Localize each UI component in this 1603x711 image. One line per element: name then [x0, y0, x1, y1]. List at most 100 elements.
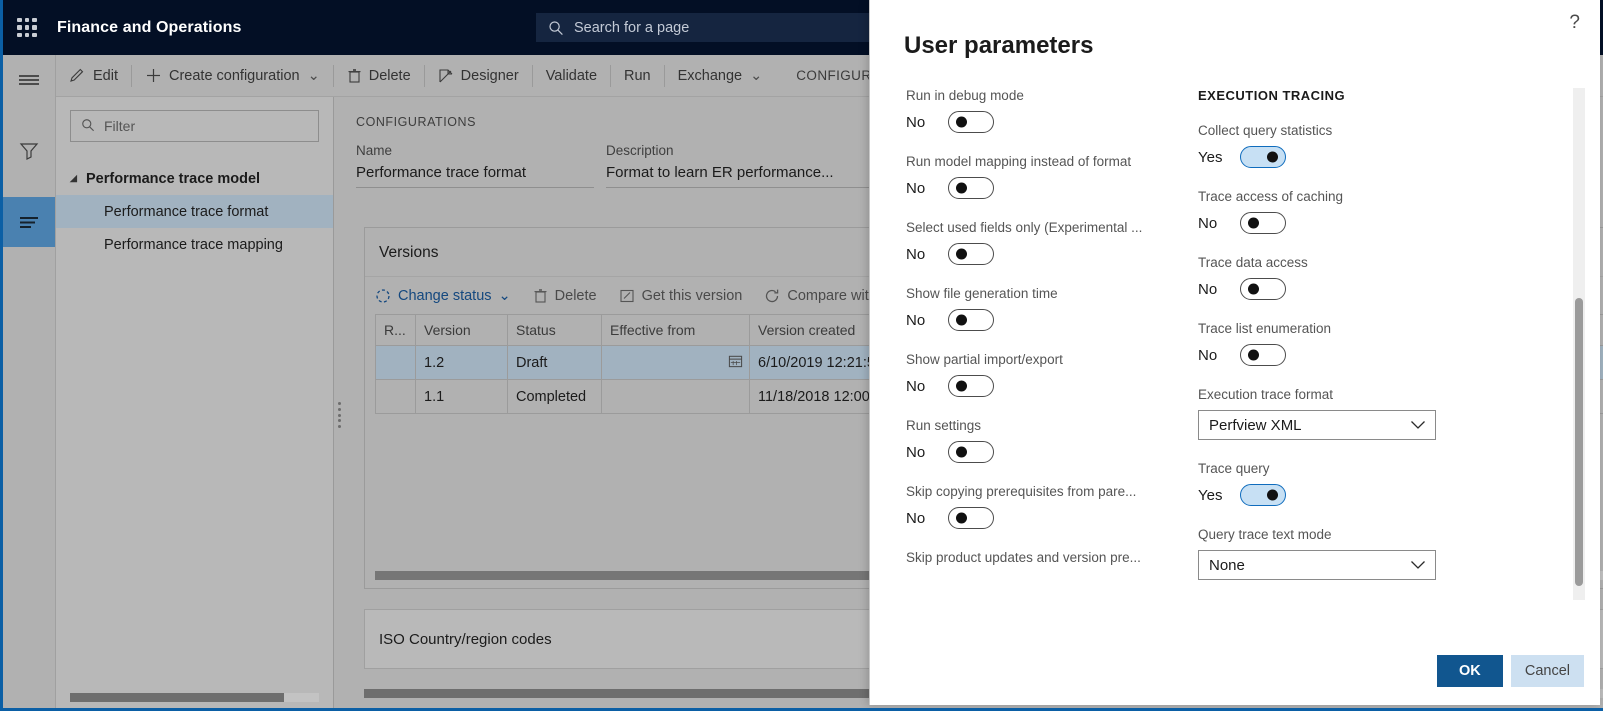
param-trace-access-of-caching: Trace access of caching No — [1198, 189, 1458, 234]
iso-card-title: ISO Country/region codes — [379, 630, 552, 648]
param-value: No — [906, 245, 926, 263]
cell-version[interactable]: 1.1 — [415, 379, 508, 414]
cell-effective-from[interactable] — [601, 379, 750, 414]
param-label: Run settings — [906, 418, 982, 433]
param-label: Trace data access — [1198, 255, 1308, 270]
param-trace-data-access: Trace data access No — [1198, 255, 1458, 300]
delete-button[interactable]: Delete — [334, 55, 424, 96]
cell-version[interactable]: 1.2 — [415, 345, 508, 380]
run-label: Run — [624, 67, 651, 84]
exchange-label: Exchange — [677, 67, 743, 84]
toggle-run-settings[interactable] — [948, 441, 994, 463]
param-run-settings: Run settings No — [906, 418, 1166, 463]
param-value: No — [1198, 214, 1218, 232]
designer-button[interactable]: Designer — [425, 55, 532, 96]
tree-node-label: Performance trace format — [104, 203, 269, 220]
name-field-value[interactable]: Performance trace format — [356, 158, 594, 188]
toggle-show-file-generation-time[interactable] — [948, 309, 994, 331]
pencil-icon — [69, 67, 86, 84]
param-label: Collect query statistics — [1198, 123, 1333, 138]
param-skip-copying-prerequisites: Skip copying prerequisites from pare... … — [906, 484, 1166, 529]
tree-node-performance-trace-format[interactable]: Performance trace format — [56, 195, 333, 228]
param-value: No — [906, 443, 926, 461]
chevron-down-icon — [1410, 417, 1426, 434]
toggle-show-partial-import-export[interactable] — [948, 375, 994, 397]
param-value: No — [906, 509, 926, 527]
change-status-button[interactable]: Change status ⌄ — [375, 288, 511, 304]
select-execution-trace-format[interactable]: Perfview XML — [1198, 410, 1436, 440]
list-icon[interactable] — [3, 197, 55, 247]
param-query-trace-text-mode: Query trace text mode None — [1198, 527, 1458, 580]
dialog-body: Run in debug mode No Run model mapping i… — [870, 88, 1600, 625]
toggle-skip-copying-prerequisites[interactable] — [948, 507, 994, 529]
column-header-version[interactable]: Version — [415, 314, 508, 346]
param-value: No — [906, 377, 926, 395]
cell-status[interactable]: Draft — [507, 345, 602, 380]
chevron-down-icon: ⌄ — [307, 67, 320, 84]
tree-node-performance-trace-mapping[interactable]: Performance trace mapping — [56, 228, 333, 261]
param-value: No — [906, 179, 926, 197]
get-this-version-label: Get this version — [641, 287, 743, 304]
param-execution-trace-format: Execution trace format Perfview XML — [1198, 387, 1458, 440]
refresh-icon — [375, 288, 391, 304]
param-label: Skip product updates and version pre... — [906, 550, 1141, 565]
toggle-collect-query-statistics[interactable] — [1240, 146, 1286, 168]
create-configuration-button[interactable]: Create configuration ⌄ — [132, 55, 333, 96]
versions-delete-label: Delete — [554, 287, 597, 304]
toggle-trace-data-access[interactable] — [1240, 278, 1286, 300]
ok-button[interactable]: OK — [1436, 655, 1503, 687]
edit-button[interactable]: Edit — [56, 55, 131, 96]
select-query-trace-text-mode[interactable]: None — [1198, 550, 1436, 580]
designer-label: Designer — [460, 67, 519, 84]
versions-delete-button[interactable]: Delete — [533, 288, 597, 304]
toggle-run-model-mapping[interactable] — [948, 177, 994, 199]
hamburger-icon[interactable] — [3, 55, 55, 105]
param-value: Yes — [1198, 148, 1223, 166]
delete-label: Delete — [368, 67, 411, 84]
toggle-trace-list-enumeration[interactable] — [1240, 344, 1286, 366]
trash-icon — [347, 68, 362, 84]
dialog-vertical-scrollbar[interactable] — [1573, 88, 1585, 600]
validate-button[interactable]: Validate — [533, 55, 610, 96]
app-title: Finance and Operations — [57, 18, 242, 36]
filter-input[interactable]: Filter — [70, 110, 319, 142]
execution-tracing-group-header: EXECUTION TRACING — [1198, 88, 1346, 103]
scrollbar-thumb[interactable] — [1575, 298, 1583, 586]
description-field: Description Format to learn ER performan… — [606, 143, 906, 188]
select-value: Perfview XML — [1209, 416, 1302, 434]
toggle-run-in-debug-mode[interactable] — [948, 111, 994, 133]
help-icon[interactable]: ? — [1569, 12, 1580, 34]
cell-effective-from[interactable] — [601, 345, 750, 380]
param-value: No — [1198, 346, 1218, 364]
column-header-status[interactable]: Status — [507, 314, 602, 346]
toggle-trace-access-of-caching[interactable] — [1240, 212, 1286, 234]
exchange-button[interactable]: Exchange ⌄ — [665, 55, 776, 96]
tree-node-performance-trace-model[interactable]: ◢ Performance trace model — [56, 162, 333, 195]
chevron-down-icon: ⌄ — [750, 67, 763, 84]
dialog-left-column: Run in debug mode No Run model mapping i… — [906, 88, 1166, 586]
toggle-trace-query[interactable] — [1240, 484, 1286, 506]
funnel-icon[interactable] — [3, 126, 55, 176]
get-this-version-button[interactable]: Get this version — [619, 287, 743, 304]
app-launcher-icon[interactable] — [15, 16, 39, 40]
description-field-value[interactable]: Format to learn ER performance... — [606, 158, 906, 188]
column-header-effective-from[interactable]: Effective from — [601, 314, 750, 346]
cancel-button[interactable]: Cancel — [1510, 655, 1584, 687]
name-field: Name Performance trace format — [356, 143, 594, 188]
column-header-r[interactable]: R... — [375, 314, 416, 346]
cell-status[interactable]: Completed — [507, 379, 602, 414]
left-panel-horizontal-scrollbar[interactable] — [70, 693, 319, 702]
toggle-select-used-fields-only[interactable] — [948, 243, 994, 265]
splitter-grip[interactable] — [334, 402, 344, 428]
dialog-right-column: EXECUTION TRACING Collect query statisti… — [1198, 88, 1458, 601]
param-label: Execution trace format — [1198, 387, 1334, 402]
run-button[interactable]: Run — [611, 55, 664, 96]
application-window: Finance and Operations Search for a page… — [0, 0, 1603, 711]
calendar-icon[interactable] — [728, 353, 743, 372]
tree-node-label: Performance trace model — [86, 170, 261, 187]
name-field-label: Name — [356, 143, 393, 158]
expand-caret-icon[interactable]: ◢ — [70, 173, 86, 184]
param-run-model-mapping-instead-of-format: Run model mapping instead of format No — [906, 154, 1166, 199]
select-value: None — [1209, 556, 1245, 574]
create-configuration-label: Create configuration — [169, 67, 300, 84]
